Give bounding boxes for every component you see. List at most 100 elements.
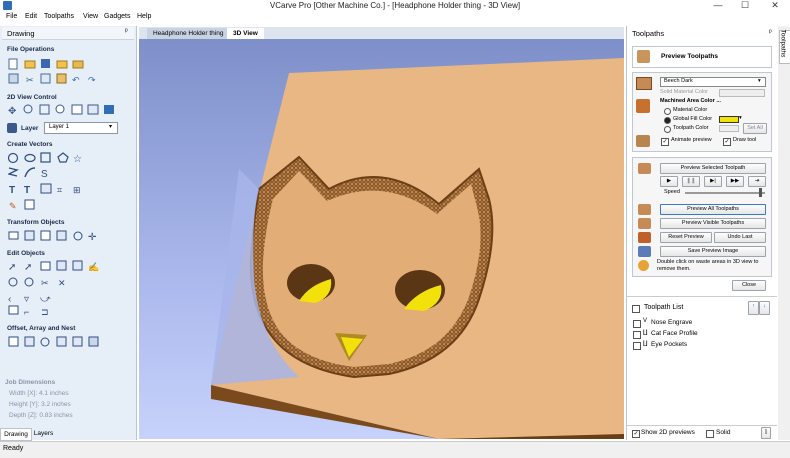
- preview-controls: Preview Selected Toolpath ▶ ❚❚ ▶| ▶▶ ⇥ S…: [632, 157, 772, 277]
- draw-tool-checkbox[interactable]: ✓: [723, 138, 731, 146]
- tab-layers[interactable]: Layers: [31, 428, 56, 439]
- divider: [627, 296, 777, 297]
- waste-info-icon: [638, 260, 649, 271]
- menu-gadgets[interactable]: Gadgets: [104, 13, 130, 20]
- import-icon: [56, 60, 68, 69]
- weld-icon: ✍: [88, 262, 99, 272]
- preview-all-icon: [638, 204, 651, 215]
- svg-text:⤻: ⤻: [40, 294, 51, 305]
- show-2d-previews-checkbox[interactable]: ✓: [632, 430, 640, 438]
- toolpath-list-title: Toolpath List: [644, 304, 684, 311]
- svg-text:⊞: ⊞: [73, 185, 81, 195]
- preview-toolpaths-title: Preview Toolpaths: [661, 53, 718, 60]
- toolpath-checkbox-eyes[interactable]: [633, 342, 641, 350]
- move-up-icon[interactable]: ↑: [748, 301, 759, 315]
- menu-file[interactable]: File: [6, 13, 17, 20]
- pan-icon: ✥: [8, 106, 16, 117]
- minimize-button[interactable]: —: [708, 0, 728, 11]
- toolpath-color-radio[interactable]: [664, 126, 671, 133]
- undo-last-button[interactable]: Undo Last: [714, 232, 766, 243]
- node-edit-icon: [24, 199, 35, 210]
- summary-icon[interactable]: ▯: [761, 427, 771, 439]
- toolpath-list-checkbox[interactable]: [632, 305, 640, 313]
- svg-text:⊐: ⊐: [41, 307, 49, 316]
- preview-all-button[interactable]: Preview All Toolpaths: [660, 204, 766, 215]
- svg-text:➚: ➚: [8, 262, 16, 273]
- tab-2d-view[interactable]: Headphone Holder thing: [147, 28, 230, 39]
- menu-help[interactable]: Help: [137, 13, 151, 20]
- speed-slider-handle[interactable]: [759, 188, 762, 197]
- toolpath-item-eyes[interactable]: Eye Pockets: [651, 341, 687, 348]
- section-view-control: 2D View Control: [7, 94, 57, 101]
- pin-icon[interactable]: ᵖ: [769, 29, 772, 36]
- preview-selected-button[interactable]: Preview Selected Toolpath: [660, 163, 766, 174]
- create-vector-icons: ☆ S T T ⌗ ⊞ ✎: [6, 152, 128, 212]
- file-ops-icons: ✂ ↶ ↷: [8, 58, 118, 86]
- toolpaths-side-tab[interactable]: Toolpaths: [778, 26, 790, 440]
- cut-icon: [8, 73, 19, 84]
- section-file-operations: File Operations: [7, 46, 55, 53]
- pin-icon[interactable]: ᵖ: [125, 28, 128, 35]
- join-icon: [8, 277, 18, 287]
- menu-view[interactable]: View: [83, 13, 98, 20]
- tab-drawing[interactable]: Drawing: [0, 428, 32, 441]
- maximize-button[interactable]: ☐: [735, 0, 755, 11]
- global-fill-swatch[interactable]: [719, 116, 739, 123]
- export-icon: [72, 60, 84, 69]
- toolpath-color-label: Toolpath Color: [673, 125, 709, 131]
- polygon-icon: [57, 152, 69, 163]
- speed-slider[interactable]: [685, 192, 765, 194]
- save-preview-image-button[interactable]: Save Preview Image: [660, 246, 766, 257]
- job-depth: Depth [Z]: 0.83 inches: [9, 412, 73, 419]
- view-control-icons: ✥: [8, 104, 128, 117]
- tab-3d-view[interactable]: 3D View: [227, 28, 264, 39]
- chevron-down-icon[interactable]: ▾: [739, 115, 742, 121]
- close-panel-button[interactable]: Close: [732, 280, 766, 291]
- animate-preview-checkbox[interactable]: ✓: [661, 138, 669, 146]
- toolpath-item-nose[interactable]: Nose Engrave: [651, 319, 692, 326]
- smooth-icon: ⤻: [40, 294, 51, 305]
- preview-visible-button[interactable]: Preview Visible Toolpaths: [660, 218, 766, 229]
- divider: [627, 425, 777, 426]
- menu-toolpaths[interactable]: Toolpaths: [44, 13, 74, 20]
- section-create-vectors: Create Vectors: [7, 141, 53, 148]
- play-icon[interactable]: ▶: [660, 176, 678, 187]
- set-all-button[interactable]: Set All: [743, 123, 767, 134]
- close-button[interactable]: ✕: [762, 0, 788, 11]
- layer-select[interactable]: Layer 1 ▾: [44, 122, 118, 134]
- toolpaths-panel-title: Toolpaths: [632, 29, 665, 38]
- global-fill-color-radio[interactable]: [664, 117, 671, 124]
- svg-text:⌐: ⌐: [24, 307, 29, 316]
- preview-visible-icon: [638, 218, 651, 229]
- title-bar: VCarve Pro [Other Machine Co.] - [Headph…: [0, 0, 790, 12]
- material-select[interactable]: Beech Dark ▾: [660, 77, 766, 87]
- ellipse-icon: [24, 153, 36, 163]
- zoom-box-icon: [39, 104, 50, 115]
- skip-end-icon[interactable]: ⇥: [748, 176, 766, 187]
- drawing-panel: Drawing ᵖ File Operations ✂ ↶ ↷ 2D View …: [0, 26, 137, 441]
- reset-preview-button[interactable]: Reset Preview: [660, 232, 712, 243]
- zoom-icon: [23, 104, 33, 114]
- cross-icon: ✕: [58, 278, 66, 288]
- close-vector-icon: [24, 277, 34, 287]
- solid-checkbox[interactable]: [706, 430, 714, 438]
- toolpath-checkbox-nose[interactable]: [633, 320, 641, 328]
- side-tab-label: Toolpaths: [779, 29, 787, 58]
- 3d-viewport[interactable]: [139, 39, 624, 439]
- move-down-icon[interactable]: ↓: [759, 301, 770, 315]
- material-color-radio[interactable]: [664, 108, 671, 115]
- paste-icon: [56, 73, 67, 84]
- animate-preview-label: Animate preview: [671, 137, 712, 143]
- transform-icons: ✛: [8, 230, 128, 243]
- svg-text:T: T: [24, 185, 30, 196]
- pause-icon[interactable]: ❚❚: [682, 176, 700, 187]
- menu-edit[interactable]: Edit: [25, 13, 37, 20]
- solid-label: Solid: [716, 429, 731, 436]
- fast-forward-icon[interactable]: ▶▶: [726, 176, 744, 187]
- toolpath-item-profile[interactable]: Cat Face Profile: [651, 330, 698, 337]
- toolpath-checkbox-profile[interactable]: [633, 331, 641, 339]
- step-forward-icon[interactable]: ▶|: [704, 176, 722, 187]
- svg-text:S: S: [41, 169, 48, 180]
- view-3d-icon: [104, 105, 114, 114]
- job-height: Height [Y]: 3.2 inches: [9, 401, 71, 408]
